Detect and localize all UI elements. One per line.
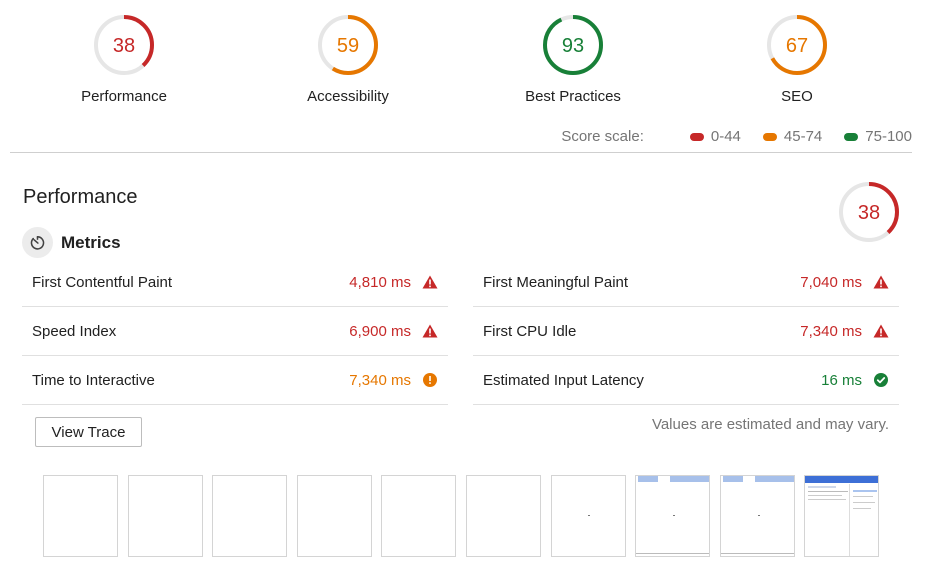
score-scale: Score scale: 0-44 45-74 75-100 <box>561 128 912 145</box>
performance-gauge-score: 38 <box>858 202 880 224</box>
metric-name: First Contentful Paint <box>32 273 173 291</box>
info-circle-icon <box>421 372 438 389</box>
metric-name: Speed Index <box>32 322 117 340</box>
filmstrip-frame <box>296 475 372 557</box>
filmstrip-frame <box>127 475 203 557</box>
metric-row-estimated-input-latency: Estimated Input Latency 16 ms <box>473 356 899 405</box>
metrics-column-right: First Meaningful Paint 7,040 ms First CPU … <box>473 258 899 405</box>
gauge-best-practices[interactable]: 93 Best Practices <box>493 14 653 105</box>
metric-value: 4,810 ms <box>349 273 411 291</box>
scale-fail-range: 0-44 <box>710 128 741 145</box>
metric-value: 7,040 ms <box>800 273 862 291</box>
filmstrip-frame <box>719 475 795 557</box>
metric-row-first-meaningful-paint: First Meaningful Paint 7,040 ms <box>473 258 899 307</box>
metric-value: 7,340 ms <box>349 371 411 389</box>
gauge-accessibility[interactable]: 59 Accessibility <box>268 14 428 105</box>
gauge-seo-ring: 67 <box>767 15 827 75</box>
gauge-best-practices-label: Best Practices <box>525 88 621 105</box>
metric-name: First Meaningful Paint <box>483 273 629 291</box>
section-divider <box>10 152 912 153</box>
filmstrip-frame <box>212 475 288 557</box>
warning-triangle-icon <box>421 323 438 340</box>
scale-fail: 0-44 <box>689 128 741 145</box>
metrics-header: Metrics <box>22 227 121 258</box>
warning-triangle-icon <box>872 274 889 291</box>
check-circle-icon <box>872 372 889 389</box>
warning-triangle-icon <box>421 274 438 291</box>
gauge-performance-ring: 38 <box>94 15 154 75</box>
metrics-title: Metrics <box>61 232 121 252</box>
performance-gauge-ring: 38 <box>839 182 899 242</box>
scale-average-range: 45-74 <box>783 128 823 145</box>
filmstrip-frame <box>635 475 711 557</box>
metric-row-time-to-interactive: Time to Interactive 7,340 ms <box>22 356 448 405</box>
metric-value: 7,340 ms <box>800 322 862 340</box>
score-gauges: 38 Performance 59 Accessibility 93 Best Pra… <box>0 0 942 120</box>
view-trace-button[interactable]: View Trace <box>35 417 142 447</box>
metric-value: 6,900 ms <box>349 322 411 340</box>
filmstrip-frame <box>550 475 626 557</box>
performance-section-title: Performance <box>23 186 138 208</box>
gauge-performance-score: 38 <box>113 35 135 57</box>
gauge-best-practices-ring: 93 <box>543 15 603 75</box>
metrics-column-left: First Contentful Paint 4,810 ms Speed Inde… <box>22 258 448 405</box>
estimate-note: Values are estimated and may vary. <box>651 416 889 433</box>
filmstrip-frame <box>804 475 880 557</box>
score-scale-label: Score scale: <box>561 128 644 145</box>
scale-pass: 75-100 <box>844 128 912 145</box>
stopwatch-icon <box>22 227 53 258</box>
metric-row-first-cpu-idle: First CPU Idle 7,340 ms <box>473 307 899 356</box>
filmstrip-frame <box>381 475 457 557</box>
metric-name: First CPU Idle <box>483 322 577 340</box>
gauge-seo[interactable]: 67 SEO <box>717 14 877 105</box>
metric-row-speed-index: Speed Index 6,900 ms <box>22 307 448 356</box>
average-dot-icon <box>762 132 777 141</box>
gauge-seo-label: SEO <box>781 88 813 105</box>
gauge-accessibility-score: 59 <box>337 35 359 57</box>
gauge-accessibility-ring: 59 <box>318 15 378 75</box>
filmstrip-frame <box>466 475 541 557</box>
pass-dot-icon <box>844 132 859 141</box>
metric-name: Estimated Input Latency <box>483 371 644 389</box>
gauge-performance-label: Performance <box>81 88 167 105</box>
metric-name: Time to Interactive <box>32 371 155 389</box>
warning-triangle-icon <box>872 323 889 340</box>
filmstrip-frame <box>43 475 118 557</box>
gauge-performance[interactable]: 38 Performance <box>44 14 204 105</box>
metric-row-first-contentful-paint: First Contentful Paint 4,810 ms <box>22 258 448 307</box>
gauge-best-practices-score: 93 <box>562 35 584 57</box>
gauge-seo-score: 67 <box>786 35 808 57</box>
scale-average: 45-74 <box>762 128 823 145</box>
gauge-accessibility-label: Accessibility <box>307 88 389 105</box>
performance-score-gauge: 38 <box>838 181 900 248</box>
fail-dot-icon <box>689 132 704 141</box>
metric-value: 16 ms <box>821 371 862 389</box>
scale-pass-range: 75-100 <box>865 128 912 145</box>
